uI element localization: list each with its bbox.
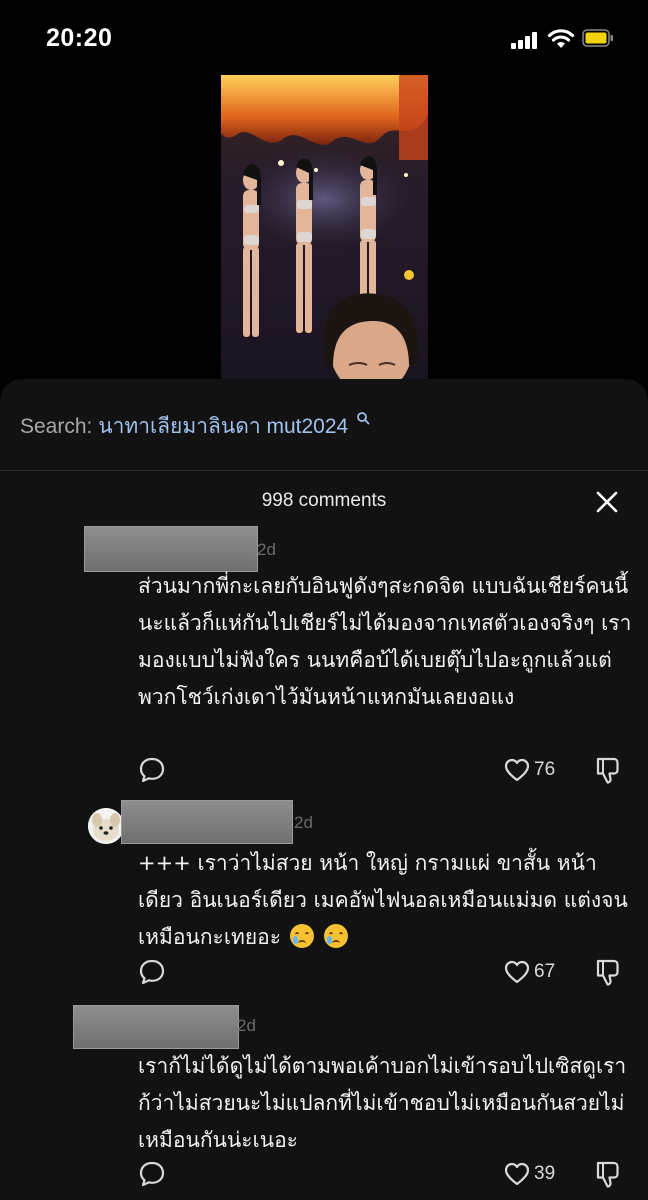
- username-redacted: [121, 800, 293, 844]
- comment-actions: 76: [0, 756, 648, 786]
- comment-actions: 67: [0, 958, 648, 988]
- search-icon: [357, 412, 370, 425]
- avatar[interactable]: [88, 808, 124, 844]
- like-count: 67: [534, 961, 556, 982]
- dislike-icon[interactable]: [594, 958, 622, 988]
- comment-age: 2d: [257, 540, 276, 559]
- comment-text: เราก้ไม่ได้ดูไม่ได้ตามพอเค้าบอกไม่เข้ารอ…: [138, 1054, 627, 1152]
- signal-icon: [511, 31, 541, 49]
- close-icon[interactable]: [594, 489, 620, 515]
- reply-icon[interactable]: [138, 1160, 166, 1188]
- video-frame-image: [221, 75, 428, 380]
- wifi-icon: [547, 29, 575, 48]
- status-bar: 20:20: [0, 0, 648, 76]
- divider: [0, 470, 648, 471]
- comment-text-body: +++ เราว่าไม่สวย หน้า ใหญ่ กรามแผ่ ขาสั้…: [138, 851, 628, 949]
- search-suggestion[interactable]: Search: นาทาเลียมาลินดา mut2024: [20, 410, 370, 442]
- status-time: 20:20: [46, 24, 113, 52]
- video-thumbnail[interactable]: [221, 75, 428, 380]
- heart-icon[interactable]: [503, 1160, 531, 1188]
- comment-actions: 39: [0, 1160, 648, 1190]
- battery-icon: [582, 29, 613, 47]
- screen: 20:20 Search: นาทาเลียมาลินดา mut2024 99…: [0, 0, 648, 1200]
- like-count: 76: [534, 759, 556, 780]
- heart-icon[interactable]: [503, 958, 531, 986]
- comments-count: 998 comments: [261, 490, 387, 511]
- heart-icon[interactable]: [503, 756, 531, 784]
- search-label: Search:: [20, 415, 93, 438]
- reply-icon[interactable]: [138, 958, 166, 986]
- comment-text: +++ เราว่าไม่สวย หน้า ใหญ่ กรามแผ่ ขาสั้…: [138, 845, 638, 956]
- username-redacted: [84, 526, 258, 572]
- crying-face-icon: [289, 924, 314, 948]
- comment-age: 2d: [294, 813, 313, 832]
- like-count: 39: [534, 1163, 556, 1184]
- comment-age: 2d: [237, 1016, 256, 1035]
- comment-text: ส่วนมากพี่กะเลยกับอินฟูดังๆสะกดจิต แบบฉั…: [138, 574, 632, 709]
- crying-face-icon: [324, 924, 349, 948]
- dislike-icon[interactable]: [594, 1160, 622, 1190]
- search-query[interactable]: นาทาเลียมาลินดา mut2024: [98, 415, 348, 438]
- username-redacted: [73, 1005, 239, 1049]
- reply-icon[interactable]: [138, 756, 166, 784]
- dislike-icon[interactable]: [594, 756, 622, 786]
